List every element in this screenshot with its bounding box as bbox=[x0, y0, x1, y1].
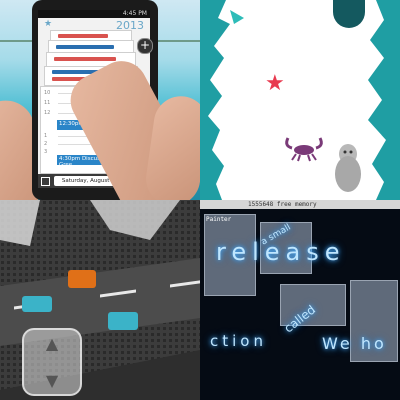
hour-label: 3 bbox=[44, 149, 48, 155]
orange-bulldozer bbox=[68, 270, 96, 288]
blue-car bbox=[108, 312, 138, 330]
hour-label: 2 bbox=[44, 141, 48, 147]
month-label: ★ bbox=[44, 19, 53, 29]
left-wave-edge bbox=[200, 0, 400, 200]
white-game-tile: ★ bbox=[200, 0, 400, 200]
hour-label: 11 bbox=[44, 100, 51, 106]
checkbox-icon[interactable] bbox=[41, 177, 50, 186]
arrow-up-icon[interactable]: ▲ bbox=[46, 334, 58, 353]
demo-scene-tile: 1555648 free memory Painter release a sm… bbox=[200, 200, 400, 400]
word-release: release bbox=[216, 238, 346, 266]
calendar-photo-tile: 4:45 PM 2013 ★ 10 11 12 12:30pm Team lun… bbox=[0, 0, 200, 200]
hour-label: 10 bbox=[44, 90, 51, 96]
hour-label: 1 bbox=[44, 133, 48, 139]
dpad-control[interactable]: ▲ ▼ bbox=[22, 328, 82, 396]
starfish-icon: ★ bbox=[265, 71, 285, 96]
add-event-button[interactable]: + bbox=[137, 38, 153, 54]
road-game-tile: ▲ ▼ bbox=[0, 200, 200, 400]
crab-icon bbox=[285, 137, 323, 162]
status-bar: 4:45 PM bbox=[38, 10, 150, 18]
word-we-ho: We ho bbox=[322, 334, 387, 353]
event-bar[interactable] bbox=[58, 34, 108, 38]
arrow-down-icon[interactable]: ▼ bbox=[46, 371, 58, 390]
blue-car bbox=[22, 296, 52, 312]
event-bar[interactable] bbox=[56, 45, 114, 49]
word-ction: ction bbox=[210, 332, 267, 350]
seal-icon bbox=[335, 144, 361, 192]
event-bar[interactable] bbox=[54, 57, 116, 61]
memory-status-bar: 1555648 free memory bbox=[200, 200, 400, 209]
menu-left-label: Painter bbox=[206, 216, 232, 223]
hour-label: 12 bbox=[44, 110, 51, 116]
